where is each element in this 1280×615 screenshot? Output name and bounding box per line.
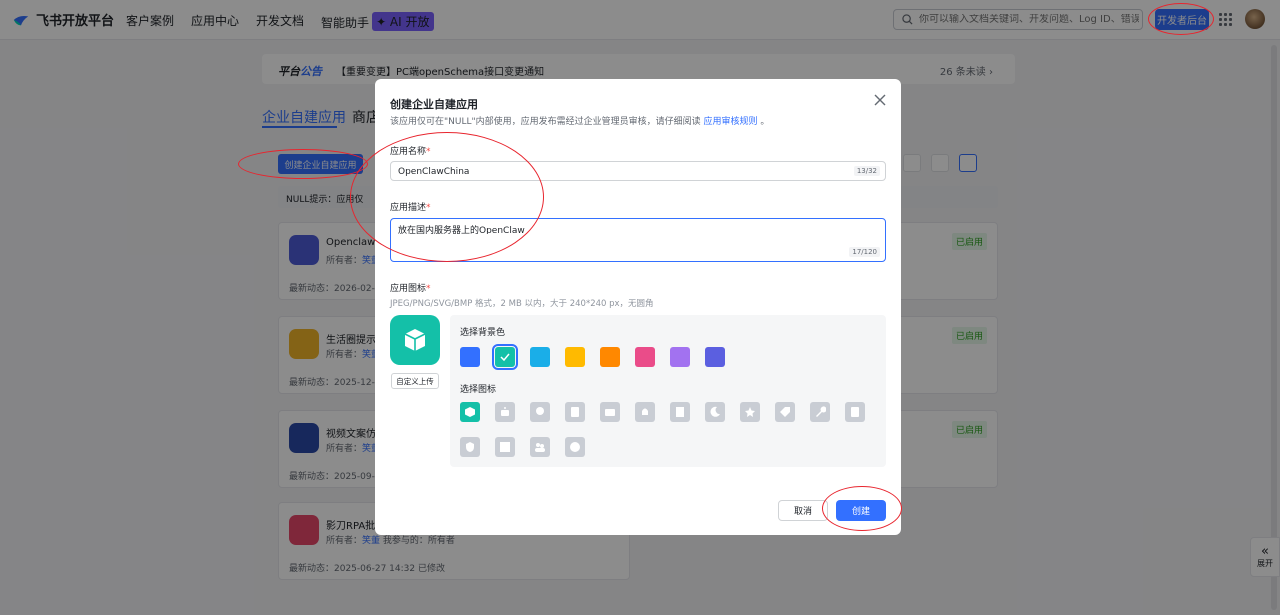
compass-icon bbox=[570, 442, 580, 452]
icon-option[interactable] bbox=[565, 402, 585, 422]
name-counter: 13/32 bbox=[853, 166, 880, 176]
shield-icon bbox=[466, 442, 474, 452]
layout-icon bbox=[500, 442, 510, 452]
icon-option[interactable] bbox=[565, 437, 585, 457]
wrench-icon bbox=[816, 406, 826, 417]
box-icon bbox=[605, 409, 615, 416]
dialog-title: 创建企业自建应用 bbox=[390, 98, 478, 111]
icon-hint: JPEG/PNG/SVG/BMP 格式，2 MB 以内，大于 240*240 p… bbox=[390, 299, 654, 309]
icon-option[interactable] bbox=[740, 402, 760, 422]
icon-picker-panel: 选择背景色 选择图标 bbox=[450, 315, 886, 467]
icon-label: 应用图标* bbox=[390, 284, 431, 294]
check-icon bbox=[500, 353, 510, 362]
cube-icon bbox=[465, 407, 475, 417]
name-input[interactable] bbox=[398, 167, 838, 177]
moon-icon bbox=[710, 406, 720, 417]
icon-option[interactable] bbox=[460, 402, 480, 422]
create-app-dialog: 创建企业自建应用 该应用仅可在"NULL"内部使用，应用发布需经过企业管理员审核… bbox=[375, 79, 901, 535]
review-rules-link[interactable]: 应用审核规则 bbox=[704, 117, 758, 127]
robot-icon bbox=[501, 407, 509, 416]
icon-option[interactable] bbox=[460, 437, 480, 457]
cube-icon bbox=[404, 329, 426, 351]
icon-option[interactable] bbox=[705, 402, 725, 422]
icon-pick-label: 选择图标 bbox=[460, 385, 497, 395]
star-icon bbox=[745, 407, 755, 417]
icon-option[interactable] bbox=[530, 402, 550, 422]
icon-option[interactable] bbox=[845, 402, 865, 422]
icon-option[interactable] bbox=[775, 402, 795, 422]
color-swatch[interactable] bbox=[492, 344, 518, 370]
pin-icon bbox=[536, 407, 544, 415]
color-swatch[interactable] bbox=[600, 347, 620, 367]
icon-option[interactable] bbox=[635, 402, 655, 422]
icon-option[interactable] bbox=[530, 437, 550, 457]
icon-option[interactable] bbox=[600, 402, 620, 422]
close-icon[interactable] bbox=[873, 93, 887, 107]
desc-field[interactable]: 17/120 bbox=[390, 218, 886, 262]
app-icon-preview bbox=[390, 315, 440, 365]
custom-upload-button[interactable]: 自定义上传 bbox=[391, 373, 439, 389]
icon-option[interactable] bbox=[495, 437, 515, 457]
cancel-button[interactable]: 取消 bbox=[778, 500, 828, 521]
doc-icon bbox=[571, 407, 579, 417]
desc-textarea[interactable] bbox=[398, 224, 838, 234]
name-label: 应用名称* bbox=[390, 147, 431, 157]
color-swatch[interactable] bbox=[635, 347, 655, 367]
icon-option[interactable] bbox=[670, 402, 690, 422]
color-swatch[interactable] bbox=[460, 347, 480, 367]
color-swatch[interactable] bbox=[530, 347, 550, 367]
create-button[interactable]: 创建 bbox=[836, 500, 886, 521]
color-swatch[interactable] bbox=[670, 347, 690, 367]
chart-icon bbox=[676, 407, 684, 417]
icon-option[interactable] bbox=[810, 402, 830, 422]
desc-label: 应用描述* bbox=[390, 203, 431, 213]
icon-option[interactable] bbox=[495, 402, 515, 422]
tag-icon bbox=[780, 407, 790, 417]
people-icon bbox=[535, 443, 545, 452]
name-field[interactable]: 13/32 bbox=[390, 161, 886, 181]
desc-counter: 17/120 bbox=[849, 247, 880, 257]
bell-icon bbox=[642, 408, 648, 415]
file-icon bbox=[851, 407, 859, 417]
color-swatch[interactable] bbox=[565, 347, 585, 367]
color-swatch[interactable] bbox=[705, 347, 725, 367]
bg-color-label: 选择背景色 bbox=[460, 328, 506, 338]
dialog-subtitle: 该应用仅可在"NULL"内部使用，应用发布需经过企业管理员审核，请仔细阅读 应用… bbox=[390, 117, 770, 127]
